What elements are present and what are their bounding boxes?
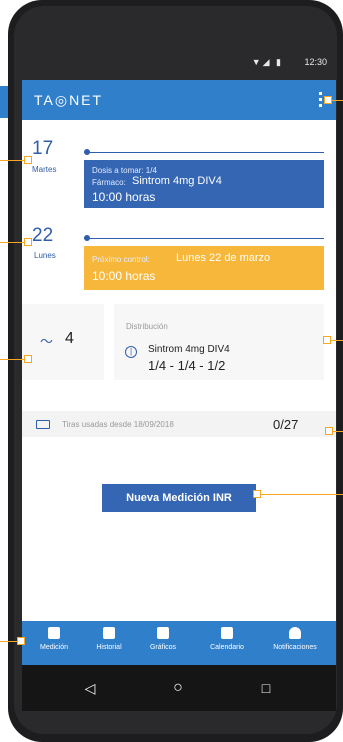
distribution-drug: Sintrom 4mg DIV4 — [148, 344, 230, 355]
next-weekday: Lunes — [34, 251, 56, 260]
next-date: Lunes 22 de marzo — [176, 252, 271, 264]
callout-line — [331, 340, 343, 341]
strips-count: 0/27 — [273, 417, 299, 432]
tab-label: Notificaciones — [273, 644, 317, 651]
calendar-icon — [221, 627, 233, 639]
callout-marker — [324, 96, 332, 104]
tab-label: Historial — [96, 644, 122, 651]
drug-prefix: Fármaco: — [92, 178, 126, 187]
distribution-panel[interactable]: Distribución | Sintrom 4mg DIV4 1/4 - 1/… — [114, 304, 324, 380]
bell-icon — [289, 627, 301, 639]
signal-icons: ▼◢ ▮ — [251, 57, 283, 67]
trend-icon: 〜 — [40, 334, 54, 349]
tab-graficos[interactable]: Gráficos — [133, 627, 193, 661]
next-label: Próximo control: — [92, 255, 150, 264]
card-icon — [36, 420, 50, 429]
today-day: 17 — [32, 138, 54, 159]
drug-name: Sintrom 4mg DIV4 — [132, 175, 222, 187]
recent-apps-button[interactable]: □ — [257, 679, 275, 697]
callout-marker — [323, 336, 331, 344]
app-screen: TA◎NET 17 Martes Dosis a tomar: 1/4 Fárm… — [22, 80, 336, 665]
timeline-dot — [84, 235, 90, 241]
tab-historial[interactable]: Historial — [79, 627, 139, 661]
callout-line — [261, 494, 343, 495]
callout-line — [0, 641, 18, 642]
next-control-card[interactable]: Próximo control: Lunes 22 de marzo 10:00… — [84, 246, 324, 290]
distribution-values: 1/4 - 1/4 - 1/2 — [148, 358, 226, 373]
callout-marker — [325, 427, 333, 435]
callout-line — [0, 160, 24, 161]
next-time: 10:00 horas — [92, 269, 156, 283]
callout-marker — [24, 156, 32, 164]
timeline-dot — [84, 149, 90, 155]
android-nav-bar: ◁ ○ □ — [22, 665, 336, 711]
next-day: 22 — [32, 225, 54, 246]
tab-label: Gráficos — [149, 644, 177, 651]
callout-line — [0, 359, 24, 360]
status-bar: ▼◢ ▮ 12:30 — [22, 52, 337, 74]
tab-label: Calendario — [210, 644, 244, 651]
check-icon — [48, 627, 60, 639]
inr-value: 4 — [65, 330, 74, 347]
strips-row[interactable]: Tiras usadas desde 18/09/2018 0/27 — [22, 411, 336, 437]
timeline-line — [84, 238, 324, 239]
today-weekday: Martes — [32, 165, 57, 174]
callout-marker — [24, 238, 32, 246]
callout-marker — [17, 637, 25, 645]
new-inr-button[interactable]: Nueva Medición INR — [102, 484, 256, 512]
home-button[interactable]: ○ — [169, 679, 187, 697]
dose-time: 10:00 horas — [92, 190, 156, 204]
strips-label: Tiras usadas desde 18/09/2018 — [62, 420, 174, 429]
tab-medicion[interactable]: Medición — [24, 627, 84, 661]
bar-chart-icon — [157, 627, 169, 639]
dose-label: Dosis a tomar: 1/4 — [92, 166, 157, 175]
timeline-line — [84, 152, 324, 153]
dose-card[interactable]: Dosis a tomar: 1/4 Fármaco: Sintrom 4mg … — [84, 160, 324, 208]
bottom-tab-bar: Medición Historial Gráficos Calendario N… — [22, 621, 336, 665]
device-mockup: ▼◢ ▮ 12:30 TA◎NET 17 Martes Dosis a toma… — [0, 0, 343, 742]
callout-line — [333, 431, 343, 432]
callout-line — [0, 242, 24, 243]
back-button[interactable]: ◁ — [81, 679, 99, 697]
tab-calendario[interactable]: Calendario — [197, 627, 257, 661]
app-bar: TA◎NET — [22, 80, 336, 120]
callout-marker — [24, 355, 32, 363]
status-time: 12:30 — [304, 57, 327, 67]
callout-line — [331, 100, 343, 101]
tab-notificaciones[interactable]: Notificaciones — [265, 627, 325, 661]
pill-icon: | — [125, 346, 137, 358]
callout-marker — [253, 490, 261, 498]
app-logo: TA◎NET — [34, 92, 104, 108]
list-icon — [103, 627, 115, 639]
tab-label: Medición — [39, 644, 68, 651]
inr-panel[interactable]: 〜 4 — [22, 304, 104, 380]
distribution-label: Distribución — [126, 322, 168, 331]
